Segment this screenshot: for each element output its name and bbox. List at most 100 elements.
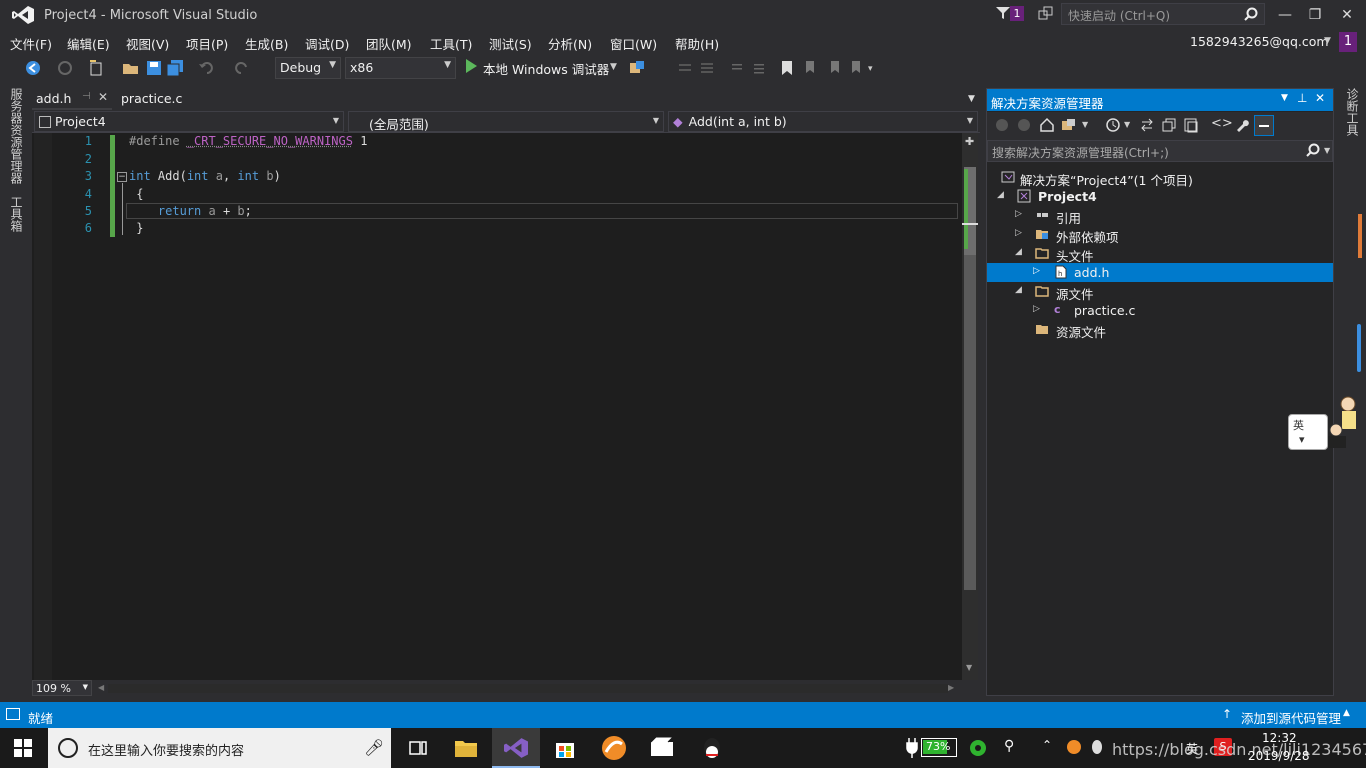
collapsed-arrow-icon[interactable]: ▷: [1015, 209, 1022, 219]
auto-hide-pin-icon[interactable]: ⊥: [1297, 91, 1307, 105]
menu-edit[interactable]: 编辑(E): [67, 34, 110, 53]
open-file-icon[interactable]: [122, 59, 140, 77]
diagnostics-tools-tab[interactable]: 诊断工具: [1344, 88, 1361, 136]
expanded-arrow-icon[interactable]: ◢: [1015, 247, 1022, 257]
menu-test[interactable]: 测试(S): [489, 34, 532, 53]
search-options-icon[interactable]: ▼: [1324, 146, 1330, 155]
store-icon[interactable]: [551, 734, 579, 762]
split-icon[interactable]: ✚: [965, 135, 974, 148]
minimize-button[interactable]: —: [1270, 4, 1300, 26]
collapse-toggle-icon[interactable]: −: [117, 172, 127, 182]
menu-project[interactable]: 项目(P): [186, 34, 228, 53]
glyph-margin[interactable]: [34, 133, 52, 680]
sync-icon[interactable]: [1139, 117, 1155, 133]
clear-bookmarks-icon[interactable]: [847, 59, 865, 77]
power-plug-icon[interactable]: [906, 738, 918, 758]
show-hidden-icons-icon[interactable]: ⌃: [1042, 738, 1052, 752]
browse-icon[interactable]: [628, 59, 646, 77]
undo-icon[interactable]: [198, 59, 216, 77]
tab-overflow-icon[interactable]: ▼: [968, 94, 975, 104]
people-icon[interactable]: ⚲: [1004, 738, 1014, 754]
hscroll-right-icon[interactable]: ▶: [948, 683, 954, 692]
menu-analyze[interactable]: 分析(N): [548, 34, 592, 53]
menu-file[interactable]: 文件(F): [10, 34, 52, 53]
view-code-icon[interactable]: <>: [1211, 116, 1233, 131]
tree-item-external-deps[interactable]: ▷ 外部依赖项: [987, 225, 1333, 245]
account-dropdown-icon[interactable]: ▼: [1324, 36, 1331, 46]
network-speed-icon[interactable]: [968, 738, 988, 758]
collapsed-arrow-icon[interactable]: ▷: [1033, 304, 1040, 314]
switch-views-icon[interactable]: [1061, 117, 1077, 133]
microphone-icon[interactable]: 🎤︎: [364, 738, 384, 757]
step-into-icon[interactable]: [676, 59, 694, 77]
code-line-4[interactable]: {: [129, 187, 143, 201]
notification-badge[interactable]: 1: [1010, 6, 1024, 21]
menu-debug[interactable]: 调试(D): [305, 34, 349, 53]
tree-item-resource-files[interactable]: 资源文件: [987, 320, 1333, 340]
toolbar-overflow-icon[interactable]: ▾: [868, 64, 873, 74]
code-line-3[interactable]: int Add(int a, int b): [129, 169, 281, 183]
qq-icon[interactable]: [698, 734, 726, 762]
menu-build[interactable]: 生成(B): [245, 34, 288, 53]
panel-menu-icon[interactable]: ▼: [1281, 93, 1288, 103]
save-all-icon[interactable]: [166, 59, 184, 77]
pending-changes-icon[interactable]: [1105, 117, 1121, 133]
home-icon[interactable]: [1039, 117, 1055, 133]
save-icon[interactable]: [145, 59, 163, 77]
clock-date[interactable]: 2019/9/28: [1248, 749, 1310, 763]
code-line-6[interactable]: }: [129, 221, 143, 235]
comment-icon[interactable]: [728, 59, 746, 77]
se-back-icon[interactable]: [995, 118, 1009, 132]
member-select[interactable]: ◆ Add(int a, int b) ▼: [668, 111, 978, 132]
run-dropdown-icon[interactable]: ▼: [610, 62, 617, 72]
preview-selected-button[interactable]: [1254, 115, 1274, 136]
tab-add-h[interactable]: add.h ⊣ ✕: [32, 88, 112, 110]
output-window-icon[interactable]: [6, 708, 20, 720]
toolbox-tab[interactable]: 工具箱: [8, 196, 25, 232]
navigate-back-icon[interactable]: [24, 59, 42, 77]
menu-help[interactable]: 帮助(H): [675, 34, 719, 53]
tree-item-references[interactable]: ▷ 引用: [987, 206, 1333, 226]
battery-indicator[interactable]: 73%: [921, 738, 957, 757]
taskbar-vs-button[interactable]: [492, 728, 540, 768]
ime-floating-widget[interactable]: 英 ▾: [1288, 392, 1366, 452]
expanded-arrow-icon[interactable]: ◢: [1015, 285, 1022, 295]
solution-search-input[interactable]: 搜索解决方案资源管理器(Ctrl+;) ▼: [987, 140, 1333, 162]
clock-time[interactable]: 12:32: [1262, 731, 1297, 745]
tray-qq-icon[interactable]: [1090, 739, 1104, 755]
solution-config-select[interactable]: Debug ▼: [275, 57, 341, 79]
collapsed-arrow-icon[interactable]: ▷: [1033, 266, 1040, 276]
browser-icon[interactable]: [600, 734, 628, 762]
editor-vertical-scrollbar[interactable]: ✚ ▼: [962, 133, 978, 680]
scope-select[interactable]: (全局范围) ▼: [348, 111, 664, 132]
server-explorer-tab[interactable]: 服务器资源管理器: [8, 88, 25, 184]
menu-team[interactable]: 团队(M): [366, 34, 412, 53]
add-to-source-control[interactable]: 添加到源代码管理: [1241, 708, 1341, 727]
se-forward-icon[interactable]: [1017, 118, 1031, 132]
tree-item-practice-c[interactable]: ▷ c practice.c: [987, 301, 1333, 320]
source-control-menu-icon[interactable]: ▲: [1343, 708, 1350, 718]
run-play-icon[interactable]: [464, 58, 478, 74]
code-line-5[interactable]: return a + b;: [129, 204, 252, 218]
tree-item-solution[interactable]: 解决方案“Project4”(1 个项目): [987, 168, 1333, 188]
properties-wrench-icon[interactable]: [1234, 117, 1250, 133]
code-line-1[interactable]: #define _CRT_SECURE_NO_WARNINGS 1: [129, 134, 367, 148]
show-all-files-icon[interactable]: [1183, 117, 1199, 133]
switch-views-dropdown-icon[interactable]: ▼: [1082, 120, 1088, 129]
prev-bookmark-icon[interactable]: [802, 59, 820, 77]
tray-browser-icon[interactable]: [1066, 739, 1082, 755]
collapse-all-icon[interactable]: [1161, 117, 1177, 133]
tab-practice-c[interactable]: practice.c: [117, 88, 197, 110]
file-explorer-icon[interactable]: [452, 734, 480, 762]
task-view-icon[interactable]: [404, 734, 432, 762]
close-tab-icon[interactable]: ✕: [98, 90, 108, 104]
hscroll-left-icon[interactable]: ◀: [98, 683, 104, 692]
redo-icon[interactable]: [232, 59, 250, 77]
run-debugger-button[interactable]: 本地 Windows 调试器: [483, 59, 609, 78]
account-badge[interactable]: 1: [1339, 32, 1357, 52]
feedback-icon[interactable]: [1038, 6, 1054, 22]
notification-filter-icon[interactable]: [996, 6, 1010, 20]
solution-platform-select[interactable]: x86 ▼: [345, 57, 456, 79]
uncomment-icon[interactable]: [750, 59, 768, 77]
next-bookmark-icon[interactable]: [825, 59, 843, 77]
